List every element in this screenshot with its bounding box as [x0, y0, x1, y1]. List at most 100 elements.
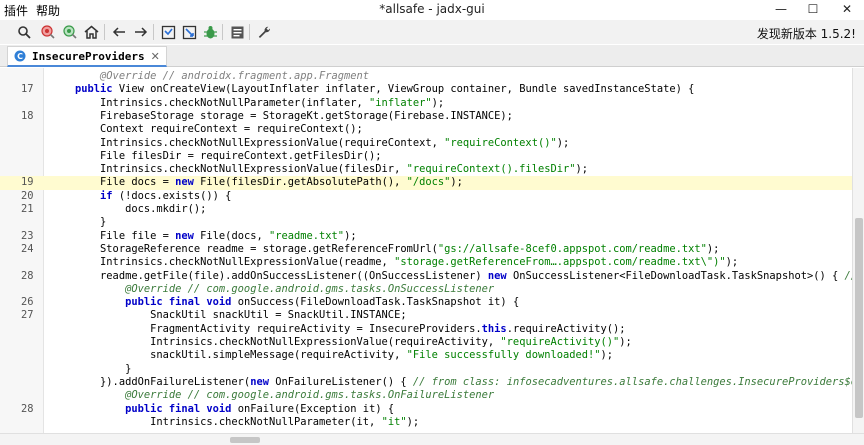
code-token: onSuccess(FileDownloadTask.TaskSnapshot … — [231, 296, 520, 309]
code-line[interactable]: File filesDir = requireContext.getFilesD… — [0, 150, 852, 163]
code-line[interactable]: }).addOnFailureListener(new OnFailureLis… — [0, 376, 852, 389]
code-text: Intrinsics.checkNotNullParameter(inflate… — [50, 97, 444, 110]
search-icon[interactable] — [14, 22, 34, 42]
code-line[interactable]: @Override // com.google.android.gms.task… — [0, 389, 852, 402]
home-icon[interactable] — [81, 22, 101, 42]
code-line[interactable]: @Override // androidx.fragment.app.Fragm… — [0, 70, 852, 83]
code-line[interactable]: Intrinsics.checkNotNullExpressionValue(f… — [0, 163, 852, 176]
code-line[interactable]: 20 if (!docs.exists()) { — [0, 190, 852, 203]
update-notice[interactable]: 发现新版本 1.5.2! — [757, 25, 856, 42]
flatten-icon[interactable] — [179, 22, 199, 42]
code-line[interactable]: 26 public final void onSuccess(FileDownl… — [0, 296, 852, 309]
code-token: ); — [450, 176, 463, 189]
maximize-button[interactable]: ☐ — [798, 0, 828, 19]
code-token: StorageReference readme = storage.getRef… — [50, 242, 438, 255]
code-token: this — [481, 322, 507, 335]
tab-label: InsecureProviders — [32, 49, 145, 63]
code-text: @Override // androidx.fragment.app.Fragm… — [50, 70, 369, 83]
code-text: if (!docs.exists()) { — [50, 190, 231, 203]
code-token: .requireActivity(); — [506, 322, 626, 335]
log-viewer-icon[interactable] — [227, 22, 247, 42]
code-text: public final void onFailure(Exception it… — [50, 403, 394, 416]
code-token: Intrinsics.checkNotNullParameter(it, — [50, 415, 382, 428]
code-line[interactable]: 24 StorageReference readme = storage.get… — [0, 243, 852, 256]
code-line[interactable]: Intrinsics.checkNotNullParameter(it, "it… — [0, 416, 852, 429]
code-token: OnSuccessListener<FileDownloadTask.TaskS… — [506, 269, 845, 282]
code-token: @Override // com.google.android.gms.task… — [125, 282, 495, 295]
code-text: Intrinsics.checkNotNullExpressionValue(f… — [50, 163, 588, 176]
code-line[interactable]: 23 File file = new File(docs, "readme.tx… — [0, 230, 852, 243]
code-line[interactable]: 28 public final void onFailure(Exception… — [0, 403, 852, 416]
code-token: "readme.txt" — [268, 229, 345, 242]
back-arrow-icon[interactable] — [109, 22, 129, 42]
search-text-icon[interactable] — [60, 22, 80, 42]
search-class-icon[interactable] — [38, 22, 58, 42]
code-text: } — [50, 363, 131, 376]
code-line[interactable]: FragmentActivity requireActivity = Insec… — [0, 323, 852, 336]
code-line[interactable]: } — [0, 216, 852, 229]
code-line[interactable]: 19 File docs = new File(filesDir.getAbso… — [0, 176, 852, 190]
vertical-scrollbar[interactable] — [852, 68, 864, 433]
class-icon: C — [14, 50, 26, 62]
minimize-button[interactable]: — — [766, 0, 796, 19]
code-token: ); — [344, 229, 357, 242]
code-line[interactable]: Intrinsics.checkNotNullParameter(inflate… — [0, 97, 852, 110]
code-text: snackUtil.simpleMessage(requireActivity,… — [50, 349, 613, 362]
debug-bug-icon[interactable] — [200, 22, 220, 42]
code-text: readme.getFile(file).addOnSuccessListene… — [50, 270, 852, 283]
code-line[interactable]: 21 docs.mkdir(); — [0, 203, 852, 216]
horizontal-scroll-thumb[interactable] — [230, 437, 260, 443]
line-number: 28 — [21, 269, 34, 282]
wrench-icon[interactable] — [254, 22, 274, 42]
code-token: (!docs.exists()) { — [112, 189, 232, 202]
toolbar: 发现新版本 1.5.2! — [0, 20, 864, 44]
toolbar-divider — [104, 24, 105, 40]
code-token: new — [175, 176, 194, 189]
code-editor[interactable]: @Override // androidx.fragment.app.Fragm… — [0, 68, 852, 433]
code-token: File docs = — [50, 176, 176, 189]
code-token: ); — [406, 415, 420, 428]
code-line[interactable]: 18 FirebaseStorage storage = StorageKt.g… — [0, 110, 852, 123]
code-line[interactable]: Intrinsics.checkNotNullExpressionValue(r… — [0, 256, 852, 269]
code-text: @Override // com.google.android.gms.task… — [50, 283, 494, 296]
code-text: Intrinsics.checkNotNullExpressionValue(r… — [50, 137, 569, 150]
code-token: ); — [575, 163, 588, 176]
code-token: ); — [556, 136, 570, 149]
code-token: "/docs" — [406, 176, 451, 189]
code-token: new — [250, 375, 269, 388]
code-token: // from class: infosecadventures.allsafe… — [412, 375, 852, 388]
code-line[interactable]: Context requireContext = requireContext(… — [0, 123, 852, 136]
code-token: }).addOnFailureListener( — [50, 375, 251, 388]
code-token: ); — [619, 336, 632, 348]
code-token: SnackUtil snackUtil = SnackUtil.INSTANCE… — [50, 309, 407, 322]
code-line[interactable]: Intrinsics.checkNotNullExpressionValue(r… — [0, 137, 852, 150]
line-number: 17 — [21, 83, 34, 96]
toolbar-divider — [153, 24, 154, 40]
code-line[interactable]: 28 readme.getFile(file).addOnSuccessList… — [0, 270, 852, 283]
code-line[interactable]: @Override // com.google.android.gms.task… — [0, 283, 852, 296]
forward-arrow-icon[interactable] — [131, 22, 151, 42]
code-line[interactable]: 27 SnackUtil snackUtil = SnackUtil.INSTA… — [0, 309, 852, 322]
code-token: ); — [431, 96, 445, 109]
code-token: onFailure(Exception it) { — [231, 402, 395, 415]
code-token: // from — [844, 269, 853, 282]
code-line[interactable]: Intrinsics.checkNotNullExpressionValue(r… — [0, 336, 852, 349]
code-text: StorageReference readme = storage.getRef… — [50, 243, 719, 256]
close-button[interactable]: ✕ — [832, 0, 862, 19]
tab-insecure-providers[interactable]: C InsecureProviders ✕ — [7, 46, 167, 67]
code-line[interactable]: 17 public View onCreateView(LayoutInflat… — [0, 83, 852, 96]
code-line[interactable]: snackUtil.simpleMessage(requireActivity,… — [0, 349, 852, 362]
horizontal-scrollbar[interactable] — [0, 433, 864, 445]
sync-tree-icon[interactable] — [158, 22, 178, 42]
title-bar: 插件 帮助 *allsafe - jadx-gui — ☐ ✕ — [0, 0, 864, 19]
code-text: public final void onSuccess(FileDownload… — [50, 296, 519, 309]
code-token: public — [75, 83, 113, 96]
vertical-scroll-thumb[interactable] — [855, 218, 863, 418]
code-line[interactable]: } — [0, 363, 852, 376]
code-token: Intrinsics.checkNotNullExpressionValue(f… — [50, 163, 407, 176]
code-token: "inflater" — [369, 96, 432, 109]
code-text: docs.mkdir(); — [50, 203, 206, 216]
toolbar-divider — [222, 24, 223, 40]
tab-close-icon[interactable]: ✕ — [151, 50, 160, 63]
